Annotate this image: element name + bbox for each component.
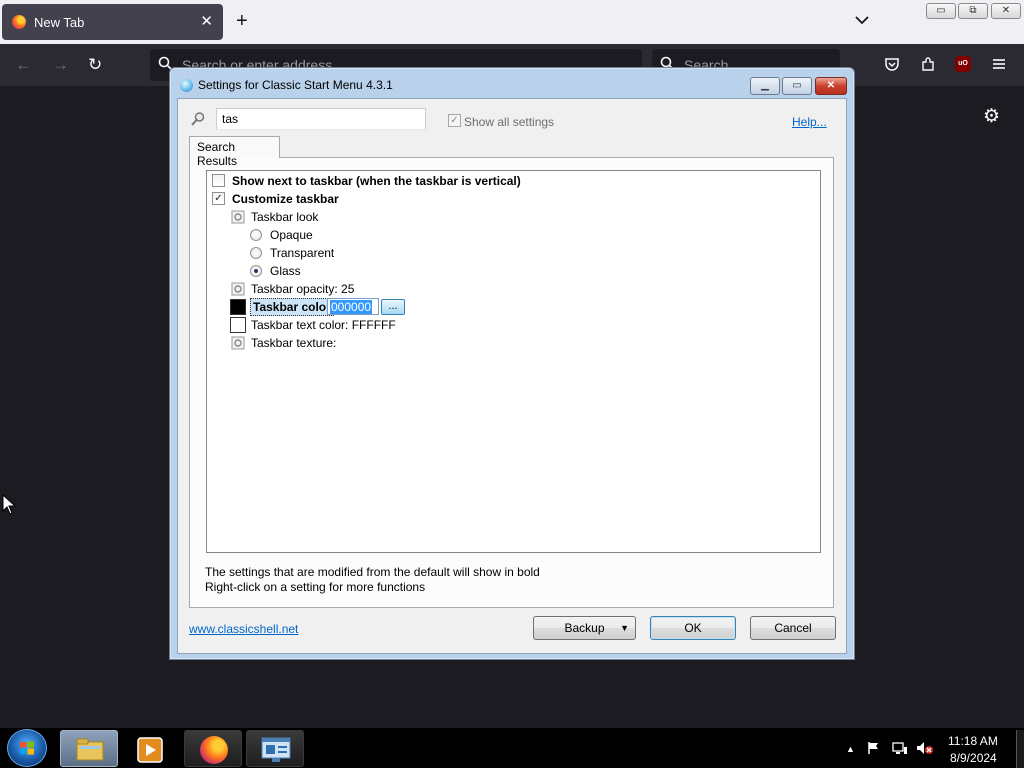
action-center-flag-icon[interactable] (867, 741, 881, 758)
taskbar-text-color-swatch (230, 317, 246, 333)
classicshell-website-link[interactable]: www.classicshell.net (189, 622, 298, 636)
windows-logo-icon (20, 741, 34, 755)
window-restore-button[interactable]: ⧉ (958, 3, 988, 19)
extensions-icon[interactable] (920, 56, 936, 77)
gear-icon[interactable]: ⚙ (983, 105, 1000, 128)
tree-item-transparent[interactable]: Transparent (250, 244, 550, 262)
tree-item-taskbar-look[interactable]: Taskbar look (231, 208, 531, 226)
dialog-client-area: tas ✓ Show all settings Help... Search R… (177, 98, 847, 654)
list-all-tabs-icon[interactable] (855, 12, 869, 28)
customize-taskbar-checkbox[interactable]: ✓ (212, 192, 225, 205)
tree-item-customize-taskbar[interactable]: ✓ Customize taskbar (212, 190, 812, 208)
settings-tree[interactable]: Show next to taskbar (when the taskbar i… (206, 170, 821, 553)
clock-time[interactable]: 11:18 AM (948, 734, 998, 748)
search-icon (190, 111, 206, 130)
pocket-icon[interactable] (884, 56, 900, 77)
dropdown-arrow-icon: ▼ (620, 623, 629, 633)
settings-window-icon (261, 737, 291, 762)
show-next-to-taskbar-checkbox[interactable] (212, 174, 225, 187)
tab-title: New Tab (34, 15, 85, 30)
taskbar-classic-shell-settings[interactable] (246, 730, 304, 767)
backup-button-label: Backup (564, 621, 605, 635)
reload-button[interactable]: ↻ (88, 55, 102, 75)
tree-item-taskbar-opacity[interactable]: Taskbar opacity: 25 (231, 280, 531, 298)
glass-radio[interactable] (250, 265, 262, 277)
dialog-title: Settings for Classic Start Menu 4.3.1 (198, 78, 393, 92)
back-button[interactable]: ← (15, 55, 32, 75)
tree-item-taskbar-color[interactable]: Taskbar color 000000 ... (229, 298, 529, 316)
taskbar-explorer[interactable] (60, 730, 118, 767)
show-hidden-icons-arrow[interactable]: ▲ (846, 744, 855, 754)
clock-date[interactable]: 8/9/2024 (950, 751, 997, 765)
dialog-close-button[interactable]: ✕ (815, 77, 847, 95)
tree-item-opaque[interactable]: Opaque (250, 226, 550, 244)
tab-search-results[interactable]: Search Results (189, 136, 280, 168)
backup-button[interactable]: Backup ▼ (533, 616, 636, 640)
setting-icon (231, 336, 245, 350)
forward-button[interactable]: → (52, 55, 69, 75)
show-all-settings-label: Show all settings (464, 115, 555, 129)
start-button[interactable] (7, 729, 47, 767)
menu-icon[interactable] (992, 56, 1006, 76)
tree-item-glass[interactable]: Glass (250, 262, 550, 280)
firefox-icon (200, 736, 228, 764)
taskbar-color-input[interactable]: 000000 (327, 298, 379, 315)
setting-icon (231, 282, 245, 296)
mouse-cursor-icon (2, 493, 17, 519)
window-minimize-button[interactable]: ▭ (926, 3, 956, 19)
settings-group-icon (231, 210, 245, 224)
cancel-button[interactable]: Cancel (750, 616, 836, 640)
transparent-radio[interactable] (250, 247, 262, 259)
taskbar-media-player[interactable] (122, 730, 180, 767)
folder-icon (76, 738, 104, 761)
color-picker-button[interactable]: ... (381, 299, 405, 315)
show-all-settings-checkbox[interactable]: ✓ (448, 114, 461, 127)
tab-close-icon[interactable]: ✕ (200, 12, 213, 30)
tree-item-show-next-to-taskbar[interactable]: Show next to taskbar (when the taskbar i… (212, 172, 812, 190)
new-tab-button[interactable]: + (236, 10, 248, 32)
taskbar-firefox[interactable] (184, 730, 242, 767)
ok-button[interactable]: OK (650, 616, 736, 640)
volume-muted-icon[interactable] (916, 741, 934, 758)
opaque-radio[interactable] (250, 229, 262, 241)
help-link[interactable]: Help... (792, 115, 827, 129)
show-desktop-button[interactable] (1016, 730, 1024, 768)
tab-new-tab[interactable]: New Tab ✕ (2, 4, 223, 40)
taskbar-color-swatch (230, 299, 246, 315)
hint-bold-settings: The settings that are modified from the … (205, 565, 540, 579)
window-close-button[interactable]: ✕ (991, 3, 1021, 19)
hint-right-click: Right-click on a setting for more functi… (205, 580, 426, 594)
ublock-origin-icon[interactable]: uO (955, 56, 971, 72)
settings-search-input[interactable]: tas (216, 108, 426, 130)
settings-dialog: Settings for Classic Start Menu 4.3.1 ▁ … (169, 67, 855, 660)
dialog-minimize-button[interactable]: ▁ (750, 77, 780, 95)
media-player-icon (137, 737, 163, 763)
classic-shell-icon (180, 79, 193, 92)
search-results-panel: Show next to taskbar (when the taskbar i… (189, 157, 834, 608)
tree-item-taskbar-texture[interactable]: Taskbar texture: (231, 334, 531, 352)
tree-item-taskbar-text-color[interactable]: Taskbar text color: FFFFFF (229, 316, 529, 334)
network-icon[interactable] (892, 741, 908, 758)
firefox-icon (12, 15, 26, 29)
dialog-maximize-button[interactable]: ▭ (782, 77, 812, 95)
